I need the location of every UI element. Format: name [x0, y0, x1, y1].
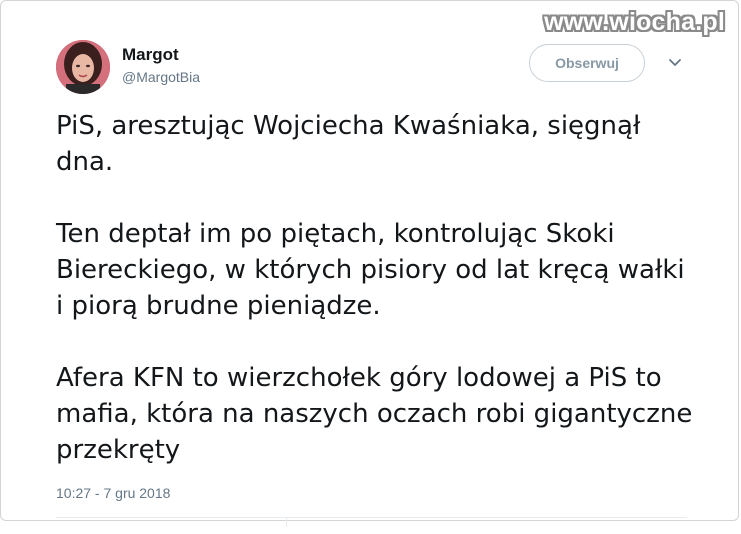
- author-name[interactable]: Margot: [122, 45, 179, 65]
- tweet-paragraph: PiS, aresztując Wojciecha Kwaśniaka, się…: [56, 111, 641, 177]
- avatar-photo: [56, 40, 110, 94]
- follow-button[interactable]: Obserwuj: [529, 44, 645, 82]
- watermark-logo: www.wiocha.pl: [544, 8, 725, 36]
- tweet-paragraph: Afera KFN to wierzchołek góry lodowej a …: [56, 363, 693, 465]
- tweet-timestamp[interactable]: 10:27 - 7 gru 2018: [56, 485, 170, 501]
- tweet-paragraph: Ten deptał im po piętach, kontrolując Sk…: [56, 219, 685, 321]
- tweet-card: Margot @MargotBia Obserwuj PiS, aresztuj…: [0, 0, 739, 527]
- avatar[interactable]: [56, 40, 110, 94]
- divider: [56, 517, 687, 518]
- tweet-text: PiS, aresztując Wojciecha Kwaśniaka, się…: [56, 108, 696, 468]
- chevron-down-icon[interactable]: [667, 55, 683, 71]
- divider: [286, 517, 287, 527]
- author-handle[interactable]: @MargotBia: [122, 69, 200, 85]
